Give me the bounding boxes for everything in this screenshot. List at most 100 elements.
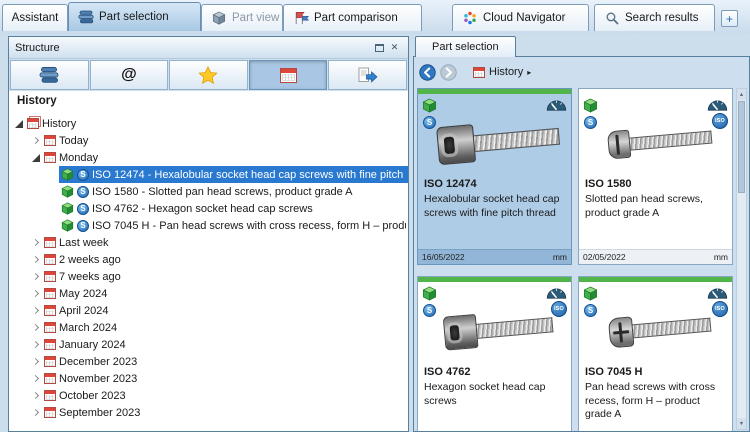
toolbar-star-button[interactable] [169, 60, 248, 90]
back-button[interactable] [419, 63, 436, 81]
export-icon [358, 66, 378, 84]
expander-open-icon[interactable] [13, 118, 24, 129]
part-card-iso-12474[interactable]: S ISO 12474 Hexalobular socket head cap sc… [417, 88, 572, 265]
expander-open-icon[interactable] [30, 152, 41, 163]
tree-item-main: April 2024 [42, 302, 408, 319]
expander-closed-icon[interactable] [30, 237, 41, 248]
calendar-grid [281, 73, 295, 81]
tree-item-may-2024[interactable]: May 2024 [9, 285, 408, 302]
expander-closed-icon[interactable] [30, 356, 41, 367]
scroll-down-button[interactable]: ▼ [737, 418, 746, 429]
tab-cloud-navigator[interactable]: Cloud Navigator [452, 4, 589, 31]
toolbar-export-button[interactable] [328, 60, 407, 90]
tree-item-label: September 2023 [59, 406, 141, 419]
tree-item-april-2024[interactable]: April 2024 [9, 302, 408, 319]
scroll-up-button[interactable]: ▲ [737, 89, 746, 100]
books-icon [78, 10, 94, 24]
structure-panel: Structure ✕ @ History History Today Monday… [8, 36, 409, 432]
calendar-icon [473, 66, 485, 78]
tree-item-december-2023[interactable]: December 2023 [9, 353, 408, 370]
expander-closed-icon[interactable] [30, 271, 41, 282]
expander-closed-icon[interactable] [30, 373, 41, 384]
part-selection-panel-tab[interactable]: Part selection [415, 36, 516, 57]
part-card-iso-7045-h[interactable]: S ISO ISO 7045 H Pan head screws with cross… [578, 276, 733, 431]
toolbar-at-button[interactable]: @ [89, 60, 169, 90]
tab-part-comparison[interactable]: Part comparison [283, 4, 422, 31]
calendar-grid [475, 71, 483, 77]
tab-part-selection[interactable]: Part selection [68, 2, 201, 31]
calendar-icon [44, 271, 56, 282]
tree-item-iso-7045-h-pan-head-screws-with-cross-re[interactable]: S ISO 7045 H - Pan head screws with cross… [9, 217, 408, 234]
expander-closed-icon[interactable] [30, 339, 41, 350]
cube-outline-icon [211, 11, 227, 25]
toolbar-books-button[interactable] [10, 60, 89, 90]
part-card-date: 02/05/2022 [583, 252, 626, 262]
close-panel-icon[interactable]: ✕ [387, 41, 402, 55]
forward-button[interactable] [440, 63, 457, 81]
part-card-date: 16/05/2022 [422, 252, 465, 262]
part-card-description: Hexalobular socket head cap screws with … [424, 193, 560, 219]
tree-item-label: ISO 1580 - Slotted pan head screws, prod… [92, 185, 353, 198]
vertical-scrollbar[interactable]: ▲ ▼ [736, 88, 747, 430]
tree-item-iso-12474-hexalobular-socket-head-cap-sc[interactable]: S ISO 12474 - Hexalobular socket head cap… [9, 166, 408, 183]
part-card-iso-1580[interactable]: S ISO ISO 1580 Slotted pan head screws, pro… [578, 88, 733, 265]
breadcrumb[interactable]: History ▸ [469, 64, 535, 80]
expander-closed-icon[interactable] [30, 322, 41, 333]
part-cube-icon [61, 219, 74, 232]
tree-item-label: October 2023 [59, 389, 126, 402]
screw-graphic [607, 310, 711, 349]
tree-item-january-2024[interactable]: January 2024 [9, 336, 408, 353]
calendar-top [45, 289, 55, 292]
breadcrumb-arrow-icon: ▸ [527, 67, 532, 77]
tree-item-march-2024[interactable]: March 2024 [9, 319, 408, 336]
expander-closed-icon[interactable] [30, 407, 41, 418]
tree-item-2-weeks-ago[interactable]: 2 weeks ago [9, 251, 408, 268]
part-card-iso-4762[interactable]: S ISO ISO 4762 Hexagon socket head cap scre… [417, 276, 572, 431]
books-icon [39, 66, 59, 84]
tab-assistant[interactable]: Assistant [2, 4, 68, 31]
part-thumbnail-socket-screw [432, 108, 565, 174]
calendar-icon [44, 373, 56, 384]
expander-closed-icon[interactable] [30, 254, 41, 265]
card-body: S ISO ISO 4762 Hexagon socket head cap scre… [418, 282, 571, 431]
expander-closed-icon[interactable] [30, 135, 41, 146]
expander-closed-icon[interactable] [30, 305, 41, 316]
tree-item-october-2023[interactable]: October 2023 [9, 387, 408, 404]
tree-item-label: March 2024 [59, 321, 118, 334]
calendar-grid [46, 412, 54, 417]
tree-item-september-2023[interactable]: September 2023 [9, 404, 408, 421]
tree-item-history[interactable]: History [9, 115, 408, 132]
part-thumbnail-cross-screw [593, 296, 726, 362]
part-card-unit: mm [713, 252, 728, 262]
tab-label: Part selection [99, 11, 169, 23]
calendar-icon [44, 390, 56, 401]
scrollbar-thumb[interactable] [738, 101, 745, 193]
tree-item-main: October 2023 [42, 387, 408, 404]
tree-item-november-2023[interactable]: November 2023 [9, 370, 408, 387]
tree-item-main: Today [42, 132, 408, 149]
float-panel-icon[interactable] [372, 41, 387, 55]
add-tab-button[interactable]: + [721, 10, 738, 27]
calendar-grid [46, 327, 54, 332]
tab-part-view[interactable]: Part view [201, 4, 283, 31]
tree-item-iso-1580-slotted-pan-head-screws-product[interactable]: S ISO 1580 - Slotted pan head screws, pro… [9, 183, 408, 200]
tree-item-main: 7 weeks ago [42, 268, 408, 285]
calendar-icon [44, 288, 56, 299]
calendar-top [45, 408, 55, 411]
tree-item-7-weeks-ago[interactable]: 7 weeks ago [9, 268, 408, 285]
tree-item-label: 2 weeks ago [59, 253, 121, 266]
tree-item-iso-4762-hexagon-socket-head-cap-screws[interactable]: S ISO 4762 - Hexagon socket head cap scre… [9, 200, 408, 217]
tree-item-last-week[interactable]: Last week [9, 234, 408, 251]
toolbar-calendar-button[interactable] [248, 60, 328, 90]
tab-search-results[interactable]: Search results [594, 4, 715, 31]
part-card-grid: S ISO 12474 Hexalobular socket head cap sc… [417, 88, 734, 431]
expander-closed-icon[interactable] [30, 288, 41, 299]
tree-item-monday[interactable]: Monday [9, 149, 408, 166]
expander-closed-icon[interactable] [30, 390, 41, 401]
tree-item-today[interactable]: Today [9, 132, 408, 149]
tab-label: Part comparison [314, 12, 398, 24]
tree-item-label: ISO 4762 - Hexagon socket head cap screw… [92, 202, 313, 215]
